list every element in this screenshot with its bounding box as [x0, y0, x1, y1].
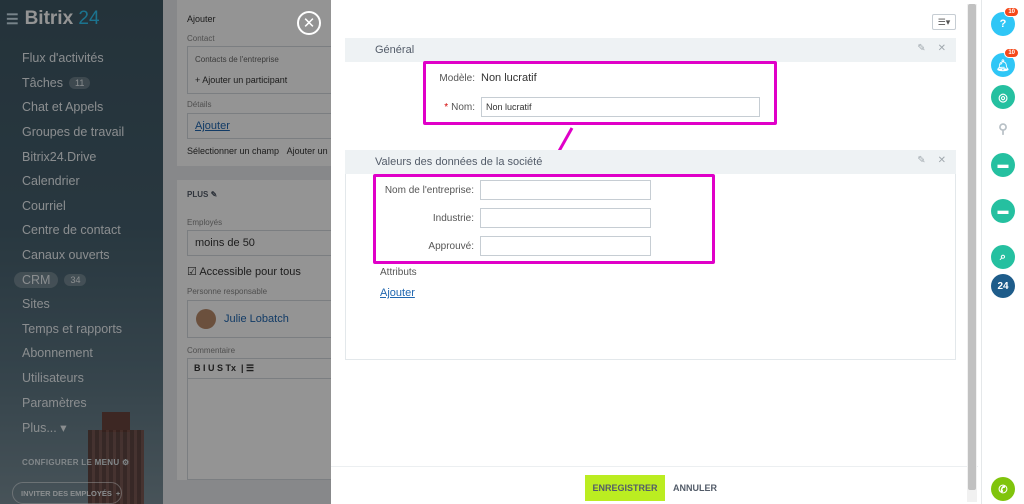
- section-header: Général ✎ ✕: [345, 38, 956, 62]
- section-title: Général: [375, 44, 415, 56]
- dim-overlay: [0, 0, 331, 504]
- close-slider-button[interactable]: ✕: [297, 11, 321, 35]
- section-header: Valeurs des données de la société ✎ ✕: [345, 150, 956, 174]
- bell-icon: 🔔︎: [996, 59, 1010, 72]
- notifications-counter: 10: [1004, 48, 1019, 58]
- magnifier-icon: ⌕: [999, 250, 1007, 263]
- add-attribute-link[interactable]: Ajouter: [380, 287, 415, 299]
- network-icon: 24: [997, 280, 1009, 292]
- close-icon: ✕: [302, 15, 316, 32]
- slider-panel: ☰▾ Général ✎ ✕ Modèle: Non lucratif * Nom:…: [331, 0, 978, 504]
- pencil-icon[interactable]: ✎: [917, 43, 925, 54]
- messenger-button[interactable]: ◎: [991, 85, 1015, 109]
- help-counter: 10: [1004, 7, 1019, 17]
- open-channel-button[interactable]: ▬: [991, 199, 1015, 223]
- search-icon: ⚲: [998, 121, 1008, 136]
- attributes-label: Attributs: [380, 267, 417, 278]
- chat-icon: ◎: [998, 91, 1008, 104]
- close-icon[interactable]: ✕: [938, 155, 946, 166]
- help-button[interactable]: ? 10: [991, 7, 1019, 36]
- notifications-button[interactable]: 🔔︎ 10: [991, 48, 1019, 77]
- section-tools: ✎ ✕: [917, 155, 946, 166]
- megaphone-icon: ▬: [997, 159, 1009, 171]
- scrollbar-thumb[interactable]: [968, 4, 976, 490]
- cancel-button[interactable]: ANNULER: [673, 475, 717, 501]
- open-channel-button[interactable]: ▬: [991, 153, 1015, 177]
- highlight-box: [423, 61, 777, 125]
- question-icon: ?: [999, 18, 1007, 30]
- panel-footer: ENREGISTRER ANNULER: [331, 466, 978, 504]
- bitrix24-network-button[interactable]: 24: [991, 274, 1015, 298]
- search-button[interactable]: ⚲: [991, 117, 1015, 141]
- section-general: Général ✎ ✕: [345, 38, 956, 62]
- phone-button[interactable]: ✆: [991, 477, 1015, 501]
- scrollbar[interactable]: [967, 4, 977, 502]
- save-button[interactable]: ENREGISTRER: [585, 475, 665, 501]
- highlight-box: [373, 174, 715, 264]
- settings-menu-button[interactable]: ☰▾: [932, 14, 956, 30]
- section-title: Valeurs des données de la société: [375, 156, 543, 168]
- right-toolbar: ? 10 🔔︎ 10 ◎ ⚲ ▬ ▬ ⌕ 24 ✆: [981, 0, 1024, 504]
- pencil-icon[interactable]: ✎: [917, 155, 925, 166]
- megaphone-icon: ▬: [997, 205, 1009, 217]
- search-chat-button[interactable]: ⌕: [991, 245, 1015, 269]
- hamburger-icon: ☰▾: [937, 16, 951, 27]
- section-tools: ✎ ✕: [917, 43, 946, 54]
- close-icon[interactable]: ✕: [938, 43, 946, 54]
- phone-icon: ✆: [998, 483, 1008, 496]
